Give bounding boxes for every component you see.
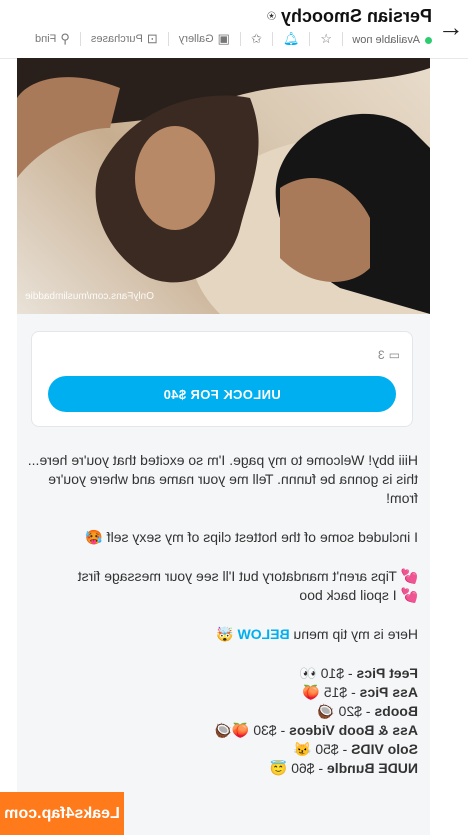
- photo-illustration: [17, 58, 430, 314]
- tip-item-price: - $10 👀: [299, 665, 353, 681]
- video-icon: ▭: [388, 348, 400, 362]
- tip-item-name: Feet Pics: [356, 665, 418, 681]
- media-count-value: 3: [377, 348, 385, 362]
- post-text: Hiii bby! Welcome to my page. I'm so exc…: [26, 451, 418, 778]
- divider: [342, 32, 343, 46]
- divider: [239, 32, 241, 46]
- post-paragraph: 💕 Tips aren't mandatory but I'll see you…: [77, 568, 418, 584]
- tip-menu-item: Feet Pics - $10 👀: [26, 664, 418, 683]
- divider: [309, 32, 311, 46]
- verified-badge-icon: ⍟: [266, 8, 276, 25]
- post-photo[interactable]: OnlyFans.com/muslimbaddie: [17, 58, 430, 314]
- purchases-button[interactable]: ⊡ Purchases: [91, 31, 158, 47]
- tip-item-price: - $15 🍑: [302, 684, 356, 700]
- post-paragraph: 💕 I spoil back boo: [299, 587, 418, 603]
- star-icon[interactable]: ☆: [320, 31, 332, 47]
- find-button[interactable]: ⚲ Find: [35, 31, 70, 47]
- profile-name[interactable]: Persian Smoochy: [281, 6, 432, 27]
- tip-item-price: - $20 🥥: [317, 703, 371, 719]
- back-arrow-icon[interactable]: ←: [438, 12, 464, 42]
- online-dot-icon: [425, 36, 432, 44]
- gallery-label: Gallery: [178, 33, 214, 45]
- star-outline-icon[interactable]: ✩: [251, 31, 262, 47]
- tip-menu-post: 🤯: [216, 626, 238, 642]
- tip-menu-item: Ass Pics - $15 🍑: [26, 683, 419, 702]
- tip-menu-item: Solo VIDS - $50 😼: [26, 740, 418, 759]
- post-paragraph: Hiii bby! Welcome to my page. I'm so exc…: [27, 452, 418, 506]
- post-paragraph: I included some of the hottest clips of …: [85, 529, 418, 545]
- divider: [167, 32, 169, 46]
- tip-item-name: Ass Pics: [359, 684, 418, 700]
- tip-menu-item: Boobs - $20 🥥: [26, 702, 418, 721]
- divider: [271, 32, 273, 46]
- bag-icon: ⊡: [146, 31, 158, 46]
- media-count: ▭ 3: [378, 348, 400, 362]
- gallery-button[interactable]: ▣ Gallery: [179, 31, 230, 47]
- locked-content-box: ▭ 3 UNLOCK FOR $40: [31, 331, 413, 427]
- tip-item-name: Solo VIDS: [351, 741, 418, 757]
- purchases-label: Purchases: [90, 33, 143, 45]
- profile-header: ← Persian Smoochy ⍟ Available now ☆ 🔔︎ ✩…: [0, 0, 468, 59]
- post-card: OnlyFans.com/muslimbaddie ▭ 3 UNLOCK FOR…: [17, 58, 430, 835]
- tip-item-price: - $50 😼: [293, 741, 348, 757]
- tip-menu-heading: Here is my tip menu BELOW 🤯: [26, 625, 418, 644]
- site-watermark-badge: Leaks4fap.com: [0, 792, 124, 835]
- image-icon: ▣: [217, 31, 230, 46]
- search-icon: ⚲: [60, 31, 70, 46]
- tip-item-name: Ass & Boob Videos: [289, 722, 418, 738]
- online-status: Available now: [352, 34, 432, 46]
- bell-icon[interactable]: 🔔︎: [283, 31, 300, 47]
- page: ← Persian Smoochy ⍟ Available now ☆ 🔔︎ ✩…: [0, 0, 468, 835]
- tip-menu-below: BELOW: [237, 626, 290, 642]
- tip-item-price: - $30 🍑🥥: [214, 722, 286, 738]
- find-label: Find: [34, 33, 57, 45]
- profile-toolbar: ☆ 🔔︎ ✩ ▣ Gallery ⊡ Purchases ⚲ Find: [35, 31, 343, 47]
- tip-item-price: - $60 😇: [269, 760, 324, 776]
- tip-item-name: NUDE Bundle: [327, 760, 418, 776]
- unlock-button[interactable]: UNLOCK FOR $40: [48, 376, 396, 412]
- title-row: Persian Smoochy ⍟: [267, 6, 432, 27]
- divider: [79, 32, 81, 46]
- tip-menu-item: NUDE Bundle - $60 😇: [26, 759, 418, 778]
- tip-item-name: Boobs: [374, 703, 418, 719]
- tip-menu-pre: Here is my tip menu: [289, 626, 418, 642]
- photo-watermark: OnlyFans.com/muslimbaddie: [25, 291, 154, 302]
- status-text: Available now: [352, 34, 420, 46]
- tip-menu-item: Ass & Boob Videos - $30 🍑🥥: [26, 721, 418, 740]
